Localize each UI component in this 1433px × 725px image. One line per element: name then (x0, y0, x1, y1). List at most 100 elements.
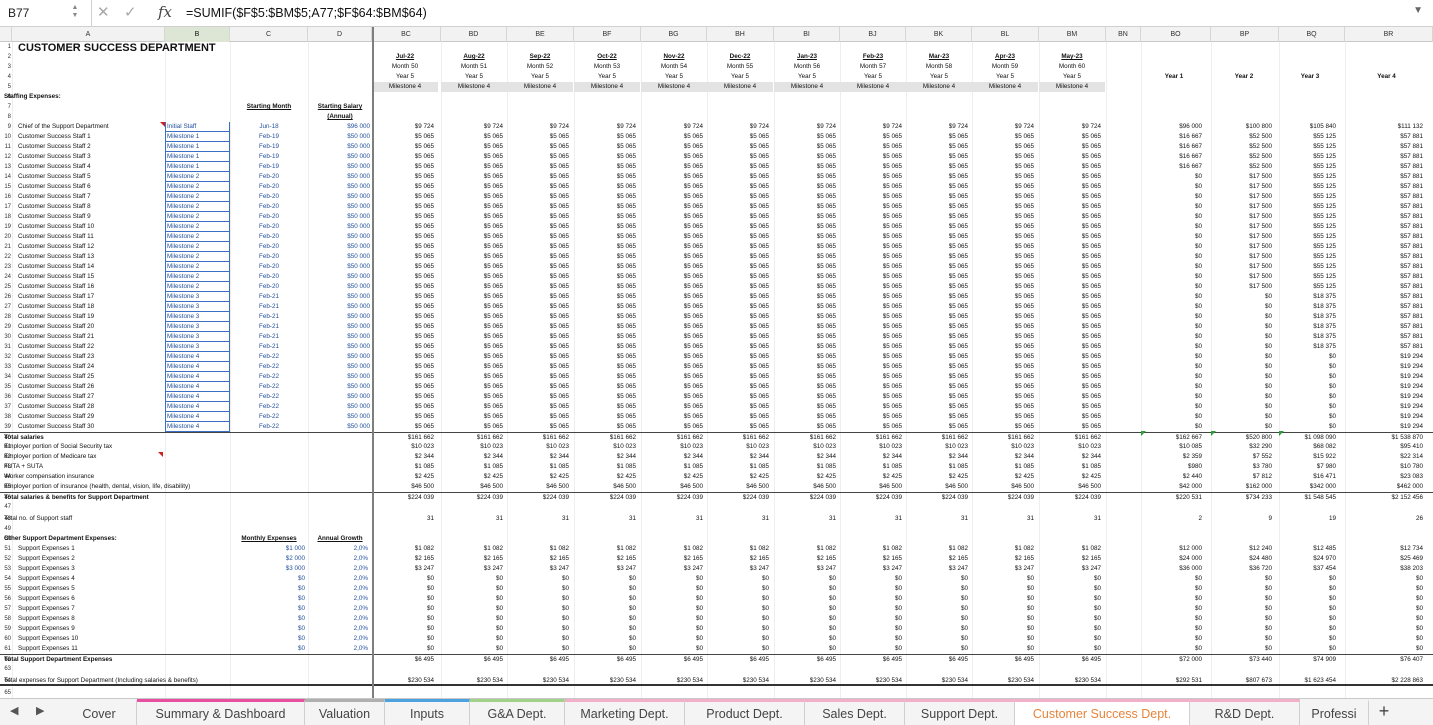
month-value-cell[interactable]: $5 065 (840, 232, 902, 242)
month-value-cell[interactable]: $5 065 (707, 302, 769, 312)
column-header-bi[interactable]: BI (774, 27, 840, 42)
month-value-cell[interactable]: $46 500 (906, 482, 968, 492)
row-header[interactable]: 39 (0, 422, 12, 432)
month-value-cell[interactable]: $5 065 (1039, 232, 1101, 242)
month-value-cell[interactable]: $5 065 (641, 212, 703, 222)
row-header[interactable]: 53 (0, 564, 12, 574)
month-value-cell[interactable]: $5 065 (972, 212, 1034, 222)
year-value-cell[interactable]: $0 (1345, 644, 1423, 654)
month-value-cell[interactable]: $5 065 (840, 372, 902, 382)
year-value-cell[interactable]: $19 294 (1345, 382, 1423, 392)
salary-cell[interactable]: $50 000 (308, 212, 370, 222)
year-value-cell[interactable]: $68 082 (1279, 442, 1336, 452)
year-value-cell[interactable]: $55 125 (1279, 172, 1336, 182)
year-value-cell[interactable]: $0 (1141, 292, 1202, 302)
year-value-cell[interactable]: $96 000 (1141, 122, 1202, 132)
salary-cell[interactable]: $50 000 (308, 382, 370, 392)
month-value-cell[interactable]: $5 065 (507, 222, 569, 232)
year-value-cell[interactable]: $0 (1211, 352, 1272, 362)
monthly-expense-cell[interactable]: $0 (230, 574, 305, 584)
month-value-cell[interactable]: $0 (574, 574, 636, 584)
month-value-cell[interactable]: $5 065 (641, 132, 703, 142)
month-value-cell[interactable]: $5 065 (774, 182, 836, 192)
month-value-cell[interactable]: $5 065 (1039, 352, 1101, 362)
growth-cell[interactable]: 2,0% (308, 604, 368, 614)
month-value-cell[interactable]: $2 165 (840, 554, 902, 564)
column-header-bc[interactable]: BC (372, 27, 441, 42)
staff-name-cell[interactable]: Customer Success Staff 3 (18, 152, 165, 162)
row-header[interactable]: 21 (0, 242, 12, 252)
year-value-cell[interactable]: $0 (1345, 604, 1423, 614)
month-header-cell[interactable]: Mar-23 (906, 52, 972, 62)
month-value-cell[interactable]: $5 065 (774, 392, 836, 402)
month-value-cell[interactable]: $5 065 (840, 182, 902, 192)
staff-name-cell[interactable]: Customer Success Staff 4 (18, 162, 165, 172)
month-value-cell[interactable]: $0 (707, 644, 769, 654)
start-month-cell[interactable]: Feb-19 (230, 152, 308, 162)
month-value-cell[interactable]: $5 065 (1039, 242, 1101, 252)
month-value-cell[interactable]: $230 534 (507, 676, 569, 686)
month-value-cell[interactable]: $0 (707, 594, 769, 604)
month-value-cell[interactable]: $5 065 (641, 402, 703, 412)
month-value-cell[interactable]: $3 247 (441, 564, 503, 574)
row-header[interactable]: 4 (0, 72, 12, 82)
month-value-cell[interactable]: $5 065 (840, 222, 902, 232)
month-value-cell[interactable]: $9 724 (574, 122, 636, 132)
year-value-cell[interactable]: $0 (1345, 624, 1423, 634)
month-value-cell[interactable]: $5 065 (641, 182, 703, 192)
month-value-cell[interactable]: $5 065 (840, 292, 902, 302)
month-value-cell[interactable]: $1 082 (840, 544, 902, 554)
month-value-cell[interactable]: $10 023 (972, 442, 1034, 452)
year-value-cell[interactable]: $55 125 (1279, 252, 1336, 262)
month-value-cell[interactable]: $2 165 (441, 554, 503, 564)
month-value-cell[interactable]: $2 165 (972, 554, 1034, 564)
month-value-cell[interactable]: $5 065 (641, 162, 703, 172)
month-value-cell[interactable]: $5 065 (1039, 182, 1101, 192)
month-value-cell[interactable]: $5 065 (1039, 262, 1101, 272)
staff-name-cell[interactable]: Customer Success Staff 5 (18, 172, 165, 182)
month-value-cell[interactable]: $5 065 (707, 232, 769, 242)
staff-name-cell[interactable]: Customer Success Staff 2 (18, 142, 165, 152)
month-value-cell[interactable]: $5 065 (574, 362, 636, 372)
month-value-cell[interactable]: $46 500 (972, 482, 1034, 492)
start-month-cell[interactable]: Feb-22 (230, 372, 308, 382)
month-value-cell[interactable]: $0 (441, 614, 503, 624)
year-value-cell[interactable]: $0 (1141, 584, 1202, 594)
month-value-cell[interactable]: $5 065 (972, 162, 1034, 172)
row-header[interactable]: 51 (0, 544, 12, 554)
row-header[interactable]: 12 (0, 152, 12, 162)
year-value-cell[interactable]: $52 500 (1211, 152, 1272, 162)
month-value-cell[interactable]: $5 065 (507, 192, 569, 202)
expense-name-cell[interactable]: Support Expenses 7 (18, 604, 165, 614)
month-value-cell[interactable]: $0 (507, 594, 569, 604)
month-value-cell[interactable]: $0 (574, 644, 636, 654)
month-value-cell[interactable]: $5 065 (574, 302, 636, 312)
start-month-cell[interactable]: Feb-20 (230, 182, 308, 192)
month-value-cell[interactable]: $5 065 (972, 172, 1034, 182)
staff-name-cell[interactable]: Customer Success Staff 27 (18, 392, 165, 402)
year-value-cell[interactable]: $57 881 (1345, 242, 1423, 252)
year-value-cell[interactable]: $0 (1279, 382, 1336, 392)
month-header-cell[interactable]: Month 54 (641, 62, 707, 72)
month-value-cell[interactable]: $46 500 (840, 482, 902, 492)
month-header-cell[interactable]: Year 5 (372, 72, 438, 82)
month-value-cell[interactable]: $5 065 (840, 322, 902, 332)
year-value-cell[interactable]: $17 500 (1211, 182, 1272, 192)
year-value-cell[interactable]: $55 125 (1279, 272, 1336, 282)
month-value-cell[interactable]: $5 065 (641, 342, 703, 352)
year-value-cell[interactable]: $57 881 (1345, 272, 1423, 282)
month-value-cell[interactable]: $0 (641, 624, 703, 634)
year-value-cell[interactable]: $0 (1211, 422, 1272, 432)
month-value-cell[interactable]: $5 065 (574, 162, 636, 172)
month-value-cell[interactable]: $1 082 (441, 544, 503, 554)
year-value-cell[interactable]: $0 (1211, 614, 1272, 624)
month-value-cell[interactable]: $5 065 (972, 342, 1034, 352)
month-header-cell[interactable]: Year 5 (507, 72, 573, 82)
year-value-cell[interactable]: $55 125 (1279, 162, 1336, 172)
month-value-cell[interactable]: $5 065 (574, 392, 636, 402)
year-value-cell[interactable]: $0 (1211, 412, 1272, 422)
month-value-cell[interactable]: $5 065 (441, 412, 503, 422)
year-value-cell[interactable]: 9 (1211, 514, 1272, 524)
year-value-cell[interactable]: $0 (1345, 634, 1423, 644)
salary-cell[interactable]: $50 000 (308, 132, 370, 142)
